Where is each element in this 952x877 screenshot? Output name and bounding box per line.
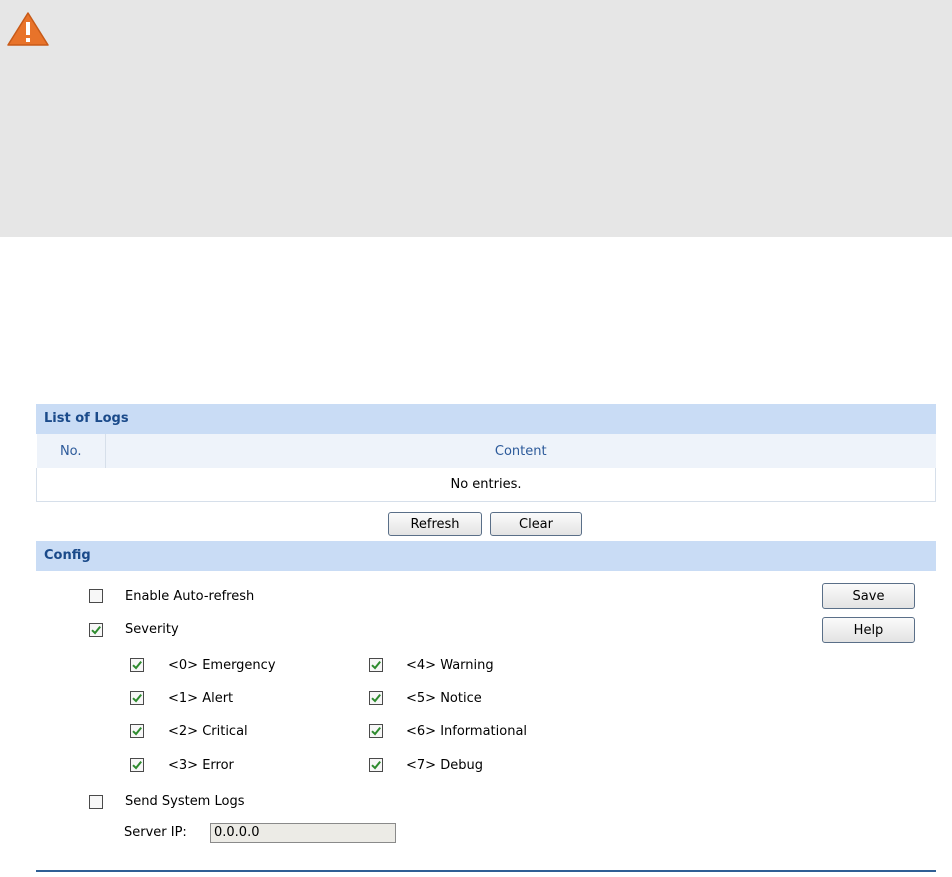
level-0-checkbox[interactable] (130, 658, 144, 672)
checkmark-icon (371, 726, 381, 736)
level-2-checkbox[interactable] (130, 724, 144, 738)
column-header-no: No. (36, 434, 106, 468)
auto-refresh-checkbox[interactable] (89, 589, 103, 603)
level-4-checkbox[interactable] (369, 658, 383, 672)
level-7-checkbox[interactable] (369, 758, 383, 772)
send-logs-checkbox[interactable] (89, 795, 103, 809)
refresh-button[interactable]: Refresh (388, 512, 482, 536)
level-3-label: <3> Error (168, 758, 234, 773)
clear-button[interactable]: Clear (490, 512, 582, 536)
level-0-label: <0> Emergency (168, 658, 276, 673)
checkmark-icon (132, 693, 142, 703)
checkmark-icon (371, 760, 381, 770)
notice-area (0, 0, 952, 237)
level-4-label: <4> Warning (406, 658, 494, 673)
checkmark-icon (132, 726, 142, 736)
checkmark-icon (371, 693, 381, 703)
column-header-content: Content (105, 434, 936, 468)
checkmark-icon (371, 660, 381, 670)
severity-label: Severity (125, 622, 179, 637)
server-ip-label: Server IP: (124, 825, 187, 840)
level-2-label: <2> Critical (168, 724, 248, 739)
auto-refresh-label: Enable Auto-refresh (125, 589, 255, 604)
level-1-checkbox[interactable] (130, 691, 144, 705)
checkmark-icon (91, 625, 101, 635)
empty-message: No entries. (36, 468, 936, 502)
send-logs-label: Send System Logs (125, 794, 245, 809)
bottom-divider (36, 870, 936, 872)
warning-icon (7, 12, 49, 46)
level-5-checkbox[interactable] (369, 691, 383, 705)
table-row: No entries. (36, 468, 936, 502)
server-ip-input[interactable]: 0.0.0.0 (210, 823, 396, 843)
level-7-label: <7> Debug (406, 758, 483, 773)
save-button[interactable]: Save (822, 583, 915, 609)
logs-panel: List of Logs No. Content No entries. (36, 404, 936, 502)
level-5-label: <5> Notice (406, 691, 482, 706)
checkmark-icon (132, 760, 142, 770)
config-section-header: Config (36, 541, 936, 571)
level-6-label: <6> Informational (406, 724, 528, 739)
severity-checkbox[interactable] (89, 623, 103, 637)
level-3-checkbox[interactable] (130, 758, 144, 772)
level-6-checkbox[interactable] (369, 724, 383, 738)
help-button[interactable]: Help (822, 617, 915, 643)
logs-section-header: List of Logs (36, 404, 936, 434)
level-1-label: <1> Alert (168, 691, 234, 706)
config-panel: Config (36, 541, 936, 571)
checkmark-icon (132, 660, 142, 670)
logs-table: No. Content No entries. (36, 434, 936, 502)
